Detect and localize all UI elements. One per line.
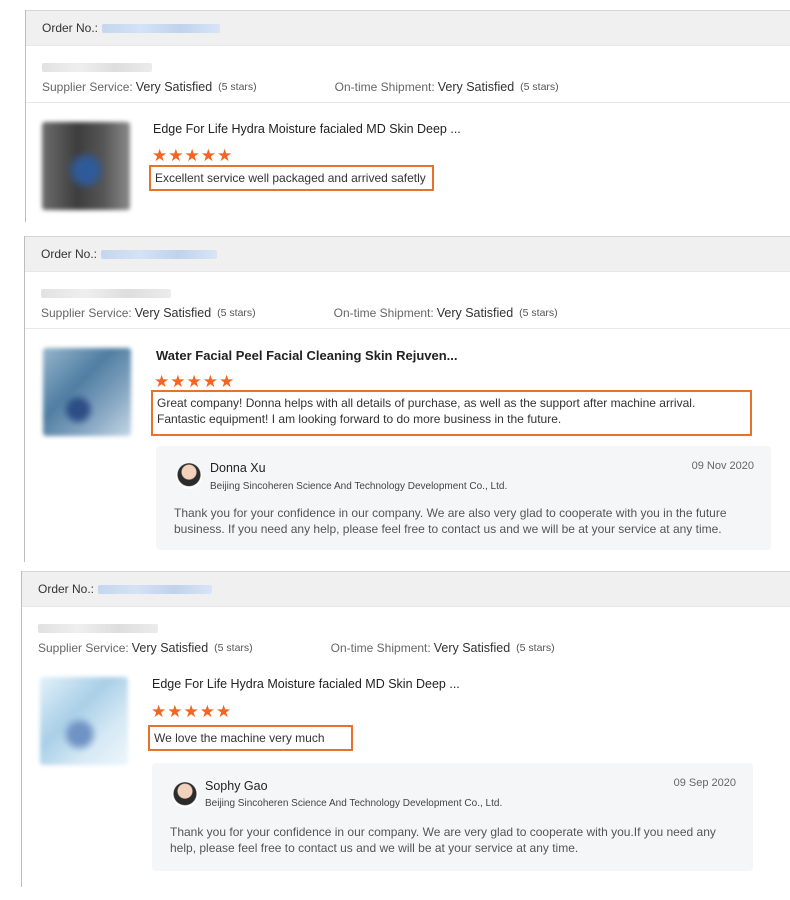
review-card: Order No.: Supplier Service: Very Satisf… <box>25 10 790 222</box>
seller-reply: Donna Xu Beijing Sincoheren Science And … <box>156 446 771 550</box>
reply-text: Thank you for your confidence in our com… <box>170 825 716 855</box>
review-comment: We love the machine very much <box>148 725 353 751</box>
buyer-name-redacted <box>41 289 171 298</box>
product-title[interactable]: Edge For Life Hydra Moisture facialed MD… <box>152 677 460 691</box>
rating-summary: Supplier Service: Very Satisfied (5 star… <box>41 298 775 328</box>
order-label: Order No.: <box>41 247 98 261</box>
order-header: Order No.: <box>26 10 790 46</box>
reply-date: 09 Sep 2020 <box>673 777 736 789</box>
seller-reply: Sophy Gao Beijing Sincoheren Science And… <box>152 763 753 871</box>
order-header: Order No.: <box>25 236 790 272</box>
product-title[interactable]: Water Facial Peel Facial Cleaning Skin R… <box>156 348 458 363</box>
reply-date: 09 Nov 2020 <box>691 460 754 472</box>
review-comment: Excellent service well packaged and arri… <box>149 165 434 191</box>
product-thumbnail[interactable] <box>43 348 131 436</box>
seller-avatar <box>172 782 198 808</box>
star-rating: ★★★★★ <box>152 146 234 165</box>
supplier-service-label: Supplier Service: <box>42 80 133 94</box>
seller-company: Beijing Sincoheren Science And Technolog… <box>210 481 508 492</box>
rating-summary: Supplier Service: Very Satisfied (5 star… <box>42 72 775 102</box>
supplier-service-stars: (5 stars) <box>214 642 253 654</box>
product-thumbnail[interactable] <box>42 122 130 210</box>
order-number-redacted <box>98 585 213 595</box>
rating-summary: Supplier Service: Very Satisfied (5 star… <box>38 633 775 663</box>
reply-text: Thank you for your confidence in our com… <box>174 506 727 536</box>
seller-avatar <box>176 463 202 489</box>
supplier-service-stars: (5 stars) <box>217 307 256 319</box>
shipment-label: On-time Shipment: <box>334 80 435 94</box>
order-header: Order No.: <box>22 571 790 607</box>
seller-name: Sophy Gao <box>205 779 268 793</box>
product-thumbnail[interactable] <box>40 677 128 765</box>
shipment-label: On-time Shipment: <box>330 641 431 655</box>
order-number-redacted <box>102 24 221 34</box>
shipment-stars: (5 stars) <box>516 642 555 654</box>
review-card: Order No.: Supplier Service: Very Satisf… <box>24 236 790 562</box>
product-title[interactable]: Edge For Life Hydra Moisture facialed MD… <box>153 122 461 136</box>
shipment-label: On-time Shipment: <box>333 306 434 320</box>
supplier-service-value: Very Satisfied <box>135 80 213 94</box>
shipment-stars: (5 stars) <box>520 81 559 93</box>
supplier-service-value: Very Satisfied <box>134 306 212 320</box>
star-rating: ★★★★★ <box>151 702 233 721</box>
review-comment: Great company! Donna helps with all deta… <box>151 390 752 436</box>
supplier-service-label: Supplier Service: <box>41 306 132 320</box>
buyer-name-redacted <box>38 624 158 633</box>
buyer-name-redacted <box>42 63 152 72</box>
shipment-stars: (5 stars) <box>519 307 558 319</box>
supplier-service-value: Very Satisfied <box>131 641 209 655</box>
seller-company: Beijing Sincoheren Science And Technolog… <box>205 798 503 809</box>
supplier-service-label: Supplier Service: <box>38 641 129 655</box>
order-number-redacted <box>101 250 218 260</box>
shipment-value: Very Satisfied <box>436 306 514 320</box>
shipment-value: Very Satisfied <box>433 641 511 655</box>
shipment-value: Very Satisfied <box>437 80 515 94</box>
seller-name: Donna Xu <box>210 461 266 475</box>
review-card: Order No.: Supplier Service: Very Satisf… <box>21 571 790 887</box>
star-rating: ★★★★★ <box>154 372 236 391</box>
supplier-service-stars: (5 stars) <box>218 81 257 93</box>
order-label: Order No.: <box>42 21 99 35</box>
order-label: Order No.: <box>38 582 95 596</box>
